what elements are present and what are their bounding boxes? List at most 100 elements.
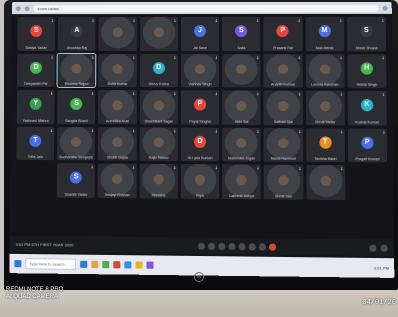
participant-tile[interactable]: S ⸸ Shanthi Yadav bbox=[57, 163, 95, 197]
participant-tile[interactable]: ⸸ Lakhmik Adhya bbox=[222, 164, 261, 198]
record-icon[interactable] bbox=[248, 243, 255, 250]
muted-mic-icon: ⸸ bbox=[133, 91, 135, 97]
participant-tile[interactable]: S ⸸ Saniya Yadav bbox=[17, 17, 55, 50]
participant-tile[interactable]: ⸸ bbox=[99, 17, 137, 50]
muted-mic-icon: ⸸ bbox=[133, 128, 135, 134]
muted-mic-icon: ⸸ bbox=[382, 18, 384, 24]
mic-icon[interactable] bbox=[197, 242, 204, 249]
participant-tile[interactable]: S ⸸ Sangita Bharti bbox=[57, 90, 95, 124]
participant-tile[interactable]: ⸸ Riya bbox=[181, 164, 220, 198]
muted-mic-icon: ⸸ bbox=[132, 165, 134, 171]
muted-mic-icon: ⸸ bbox=[92, 18, 94, 24]
participants-icon[interactable] bbox=[218, 242, 225, 249]
participant-tile[interactable]: ⸸ Nandi Ranimoti bbox=[264, 128, 303, 162]
participant-tile[interactable]: ⸸ Mahendra Jogan bbox=[222, 127, 261, 161]
muted-mic-icon: ⸸ bbox=[383, 129, 385, 135]
participant-avatar: D bbox=[30, 61, 42, 73]
taskbar-app-icon[interactable] bbox=[91, 261, 98, 268]
end-call-icon[interactable] bbox=[269, 243, 276, 250]
participant-avatar: P bbox=[277, 25, 289, 37]
participant-name: Shruti Yadav bbox=[308, 120, 343, 124]
browser-forward-icon[interactable] bbox=[25, 6, 30, 11]
taskbar-search-input[interactable]: Type here to search bbox=[25, 258, 76, 270]
participant-tile[interactable]: ⸸ Vaibhav Singh bbox=[181, 54, 219, 88]
participant-tile[interactable]: ⸸ Srinjayi Roshan bbox=[98, 164, 136, 198]
participant-tile[interactable]: T ⸸ Trifla Jain bbox=[16, 126, 54, 160]
chat-icon[interactable] bbox=[228, 242, 235, 249]
participant-tile[interactable]: J ⸸ Jai Sane bbox=[181, 17, 219, 51]
participant-tile[interactable]: K ⸸ Kushal Kumari bbox=[347, 91, 386, 125]
start-menu-icon[interactable] bbox=[14, 260, 21, 267]
taskbar-app-icon[interactable] bbox=[146, 262, 153, 269]
video-icon[interactable] bbox=[208, 242, 215, 249]
participant-tile[interactable]: ⸸ bbox=[140, 17, 178, 51]
participant-name: Rohit Kumar bbox=[101, 82, 135, 86]
taskbar-app-icon[interactable] bbox=[124, 261, 131, 268]
muted-mic-icon: ⸸ bbox=[174, 18, 176, 24]
muted-mic-icon: ⸸ bbox=[341, 166, 343, 172]
participant-tile[interactable]: P ⸸ Pragati Kumari bbox=[348, 128, 387, 162]
participant-tile[interactable]: ⸸ Shubh Gupta bbox=[98, 127, 136, 161]
participant-avatar: D bbox=[194, 135, 206, 147]
participant-tile[interactable]: ⸸ Abhi Sai bbox=[222, 90, 261, 124]
participant-tile[interactable]: ⸸ Bhawna Rajput bbox=[58, 53, 96, 87]
participant-name: Lakhmik Adhya bbox=[224, 193, 259, 197]
participant-tile[interactable]: ⸸ bbox=[306, 165, 345, 200]
participant-tile[interactable]: ⸸ Rajiv Tobool bbox=[139, 127, 177, 161]
participant-tile[interactable]: T ⸸ Tanisha Bauri bbox=[306, 128, 345, 162]
browser-url-bar[interactable]: zoom.us/wc/… bbox=[33, 4, 378, 11]
participant-name: Salla bbox=[224, 46, 258, 50]
participant-tile[interactable]: ⸸ Lumnia Kanchan bbox=[305, 54, 344, 88]
participant-tile[interactable]: ⸸ Saffulel Ajai bbox=[264, 91, 303, 125]
participant-tile[interactable]: ⸸ Manisha bbox=[139, 164, 177, 198]
taskbar-app-icon[interactable] bbox=[80, 261, 87, 268]
participant-name: Nandi Ranimoti bbox=[266, 157, 301, 161]
muted-mic-icon: ⸸ bbox=[215, 91, 217, 97]
participant-tile[interactable]: Y ⸸ Yashnavi Mishra bbox=[17, 90, 55, 124]
participant-tile[interactable]: A ⸸ Anushka Raj bbox=[58, 17, 96, 50]
taskbar-app-icon[interactable] bbox=[113, 261, 120, 268]
participant-name: Abhi Sai bbox=[224, 119, 259, 123]
reactions-icon[interactable] bbox=[258, 243, 265, 250]
participant-tile[interactable]: H ⸸ Hrithik Singh bbox=[347, 54, 386, 88]
participant-name: Srinjayi Roshan bbox=[100, 192, 134, 196]
participant-name: Shruti Jain bbox=[266, 194, 301, 198]
participant-tile[interactable]: P ⸸ Payal Singha bbox=[181, 90, 219, 124]
gear-icon[interactable] bbox=[369, 244, 376, 251]
share-icon[interactable] bbox=[238, 243, 245, 250]
participant-name: Trifla Jain bbox=[18, 155, 52, 159]
muted-mic-icon: ⸸ bbox=[174, 128, 176, 134]
taskbar-app-icon[interactable] bbox=[102, 261, 109, 268]
participant-tile[interactable]: D ⸸ Dhruv Kohra bbox=[140, 54, 178, 88]
participant-tile[interactable]: ⸸ Rohit Kumar bbox=[99, 53, 137, 87]
participant-tile[interactable]: S ⸸ Shruti Shukla bbox=[347, 17, 386, 51]
muted-mic-icon: ⸸ bbox=[133, 55, 135, 61]
participant-tile[interactable]: ⸸ Shashikant Sagar bbox=[140, 90, 178, 124]
participant-tile[interactable] bbox=[348, 165, 387, 200]
participant-tile[interactable]: D ⸸ Deepanshi Pal bbox=[17, 53, 55, 87]
browser-menu-icon[interactable] bbox=[383, 5, 388, 10]
participant-tile[interactable]: ⸸ Sudhanshu Sengupta bbox=[57, 126, 95, 160]
participant-avatar: M bbox=[318, 25, 330, 37]
fullscreen-icon[interactable] bbox=[381, 244, 388, 251]
participant-name: Dhruv Kohra bbox=[142, 82, 176, 86]
browser-back-icon[interactable] bbox=[16, 6, 21, 11]
participant-name: Kushal Kumari bbox=[350, 120, 385, 124]
muted-mic-icon: ⸸ bbox=[215, 18, 217, 24]
photo-scene: zoom.us/wc/… S ⸸ Saniya Yadav A ⸸ Anushka Raj… bbox=[0, 0, 398, 317]
muted-mic-icon: ⸸ bbox=[133, 18, 135, 24]
participant-tile[interactable]: ⸸ Shruti Yadav bbox=[305, 91, 344, 125]
participant-tile[interactable]: ⸸ Shruti Jain bbox=[264, 165, 303, 200]
taskbar-app-icon[interactable] bbox=[135, 261, 142, 268]
participant-tile[interactable]: P ⸸ Prasanti Rai bbox=[264, 17, 303, 51]
meeting-control-buttons bbox=[105, 241, 369, 251]
participant-tile[interactable] bbox=[16, 163, 54, 197]
participant-tile[interactable]: ⸸ bbox=[222, 54, 261, 88]
participant-tile[interactable]: ⸸ Anmolika Arati bbox=[98, 90, 136, 124]
participant-tile[interactable]: ⸸ Ananth Kumari bbox=[264, 54, 303, 88]
participant-name: Dr Lyria Kumari bbox=[183, 156, 217, 160]
participant-tile[interactable]: S ⸸ Salla bbox=[222, 17, 260, 51]
participant-tile[interactable]: D ⸸ Dr Lyria Kumari bbox=[181, 127, 220, 161]
participant-name: Riya bbox=[183, 193, 218, 197]
participant-tile[interactable]: M ⸸ Mali Mehta bbox=[305, 17, 344, 51]
